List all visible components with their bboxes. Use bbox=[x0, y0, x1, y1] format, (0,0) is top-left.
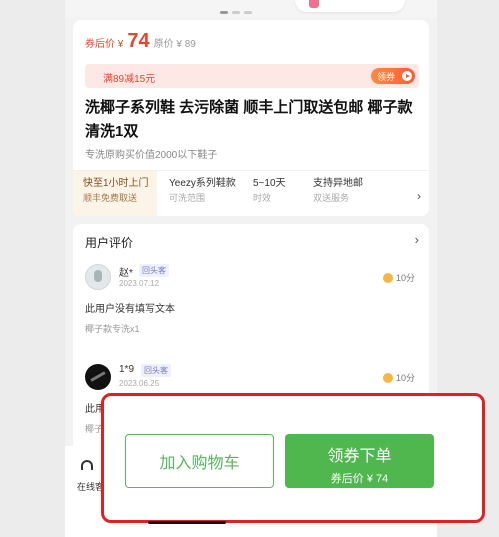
reviewer-name: 1*9 bbox=[119, 364, 135, 375]
feature-sub: 顺丰免费取送 bbox=[83, 193, 138, 203]
price-row: 券后价 ¥ 74 原价 ¥ 89 bbox=[85, 30, 196, 53]
feature-item: Yeezy系列鞋款 可洗范围 bbox=[157, 171, 247, 216]
order-button-label: 领券下单 bbox=[327, 448, 392, 465]
review-service: 椰子款专洗x1 bbox=[85, 324, 140, 334]
highlight-annotation-box: 加入购物车 领券下单 券后价 ¥ 74 bbox=[101, 393, 485, 523]
review-date: 2023.07.12 bbox=[119, 279, 160, 288]
feature-title: 快至1小时上门 bbox=[83, 178, 149, 189]
review-item: 赵* 回头客 2023.07.12 10分 此用户没有填写文本 椰子款专洗x1 bbox=[85, 264, 419, 354]
review-score: 10分 bbox=[382, 371, 415, 384]
review-score-value: 10分 bbox=[395, 273, 415, 283]
features-row[interactable]: 快至1小时上门 顺丰免费取送 Yeezy系列鞋款 可洗范围 5~10天 时效 支… bbox=[73, 170, 429, 216]
floating-action-pill[interactable] bbox=[295, 0, 405, 12]
order-button-price: 券后价 ¥ 74 bbox=[330, 473, 389, 485]
review-date: 2023.06.25 bbox=[119, 379, 160, 388]
feature-item: 支持异地邮 双送服务 bbox=[307, 171, 403, 216]
feature-item: 快至1小时上门 顺丰免费取送 bbox=[73, 171, 157, 216]
feature-title: 5~10天 bbox=[253, 178, 286, 189]
product-subtitle: 专洗原购买价值2000以下鞋子 bbox=[85, 150, 218, 161]
smiley-icon bbox=[382, 272, 393, 283]
review-score: 10分 bbox=[382, 271, 415, 284]
home-indicator bbox=[148, 521, 226, 524]
add-to-cart-button[interactable]: 加入购物车 bbox=[125, 434, 274, 488]
avatar bbox=[85, 264, 111, 290]
avatar bbox=[85, 364, 111, 390]
coupon-text: 满89减15元 bbox=[103, 74, 156, 85]
claim-coupon-button[interactable]: 领券 bbox=[371, 68, 415, 84]
original-price: 原价 ¥ 89 bbox=[153, 39, 196, 50]
feature-sub: 时效 bbox=[253, 193, 272, 203]
headset-icon[interactable] bbox=[81, 460, 93, 470]
customer-service-label[interactable]: 在线客 bbox=[77, 480, 104, 493]
reviewer-name: 赵* bbox=[119, 268, 133, 279]
coupon-bar[interactable]: 满89减15元 领券 bbox=[85, 64, 419, 88]
claim-coupon-label: 领券 bbox=[377, 71, 396, 82]
feature-item: 5~10天 时效 bbox=[247, 171, 307, 216]
carousel-dot bbox=[232, 11, 240, 14]
reviews-title: 用户评价 bbox=[85, 236, 134, 250]
review-score-value: 10分 bbox=[395, 373, 415, 383]
smiley-icon bbox=[382, 372, 393, 383]
chevron-right-icon[interactable]: › bbox=[415, 232, 419, 247]
chevron-right-icon[interactable]: › bbox=[417, 189, 421, 203]
carousel-dot bbox=[220, 11, 228, 14]
product-title: 洗椰子系列鞋 去污除菌 顺丰上门取送包邮 椰子款清洗1双 bbox=[85, 99, 413, 140]
feature-title: Yeezy系列鞋款 bbox=[169, 178, 236, 189]
returning-customer-badge: 回头客 bbox=[141, 364, 171, 377]
feature-sub: 可洗范围 bbox=[169, 193, 206, 203]
feature-sub: 双送服务 bbox=[313, 193, 350, 203]
claim-coupon-order-button[interactable]: 领券下单 券后价 ¥ 74 bbox=[285, 434, 434, 488]
carousel-dot bbox=[244, 11, 252, 14]
product-card: 券后价 ¥ 74 原价 ¥ 89 满89减15元 领券 洗椰子系列鞋 去污除菌 … bbox=[73, 20, 429, 216]
carousel-indicator bbox=[220, 11, 252, 14]
feature-title: 支持异地邮 bbox=[313, 178, 363, 189]
returning-customer-badge: 回头客 bbox=[139, 264, 169, 277]
price-label: 券后价 ¥ bbox=[85, 39, 124, 50]
arrow-right-icon bbox=[402, 71, 412, 81]
price-value: 74 bbox=[127, 30, 150, 52]
review-text: 此用户没有填写文本 bbox=[85, 304, 175, 315]
